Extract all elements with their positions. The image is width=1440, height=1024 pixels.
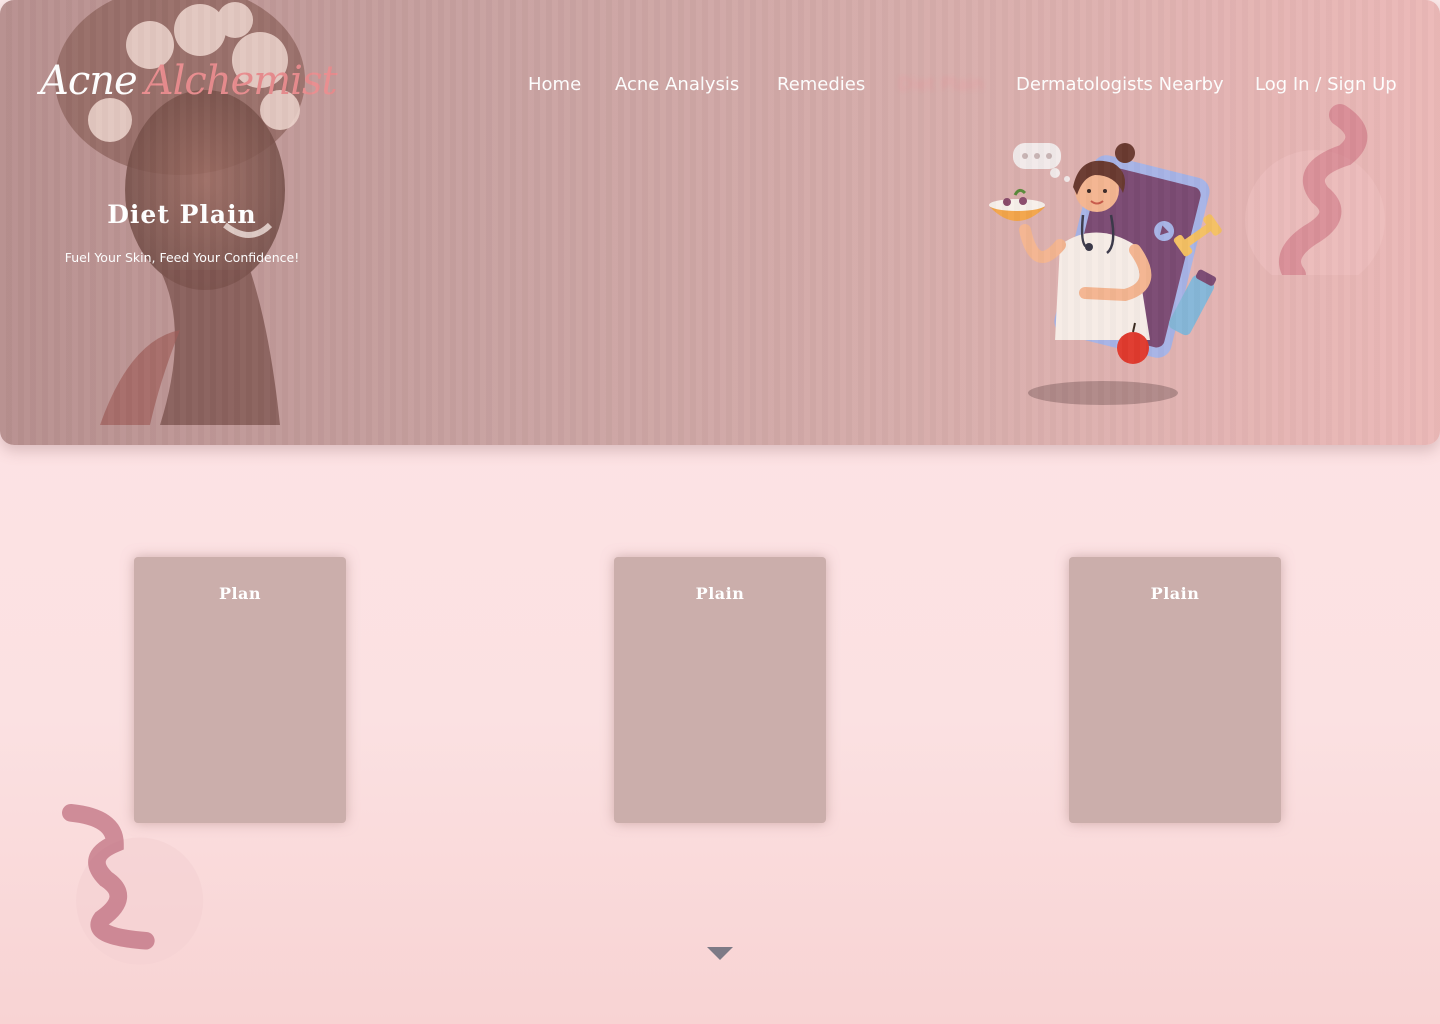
dietitian-illustration bbox=[989, 143, 1222, 405]
decorative-swirl bbox=[1245, 104, 1385, 275]
plan-card-title: Plan bbox=[218, 584, 262, 603]
main-nav: Home Acne Analysis Remedies Diet Plain D… bbox=[0, 74, 1440, 104]
page-title: Diet Plain bbox=[107, 200, 257, 229]
chevron-down-icon[interactable] bbox=[707, 947, 733, 960]
plan-card[interactable]: Plain bbox=[1069, 557, 1281, 823]
nav-item-login-signup[interactable]: Log In / Sign Up bbox=[1255, 74, 1397, 95]
plan-card[interactable]: Plain bbox=[614, 557, 826, 823]
hero-subtitle: Fuel Your Skin, Feed Your Confidence! bbox=[64, 250, 300, 265]
hero-banner: Acne Alchemist Home Acne Analysis Remedie… bbox=[0, 0, 1440, 445]
decorative-swirl bbox=[62, 803, 204, 965]
nav-item-dermatologists-nearby[interactable]: Dermatologists Nearby bbox=[1016, 74, 1224, 95]
nav-item-diet-plain[interactable]: Diet Plain bbox=[898, 74, 984, 95]
plan-card[interactable]: Plan bbox=[134, 557, 346, 823]
nav-item-acne-analysis[interactable]: Acne Analysis bbox=[615, 74, 739, 95]
nav-item-home[interactable]: Home bbox=[528, 74, 581, 95]
nav-item-remedies[interactable]: Remedies bbox=[777, 74, 865, 95]
plan-card-title: Plain bbox=[1150, 584, 1200, 603]
plan-card-title: Plain bbox=[695, 584, 745, 603]
